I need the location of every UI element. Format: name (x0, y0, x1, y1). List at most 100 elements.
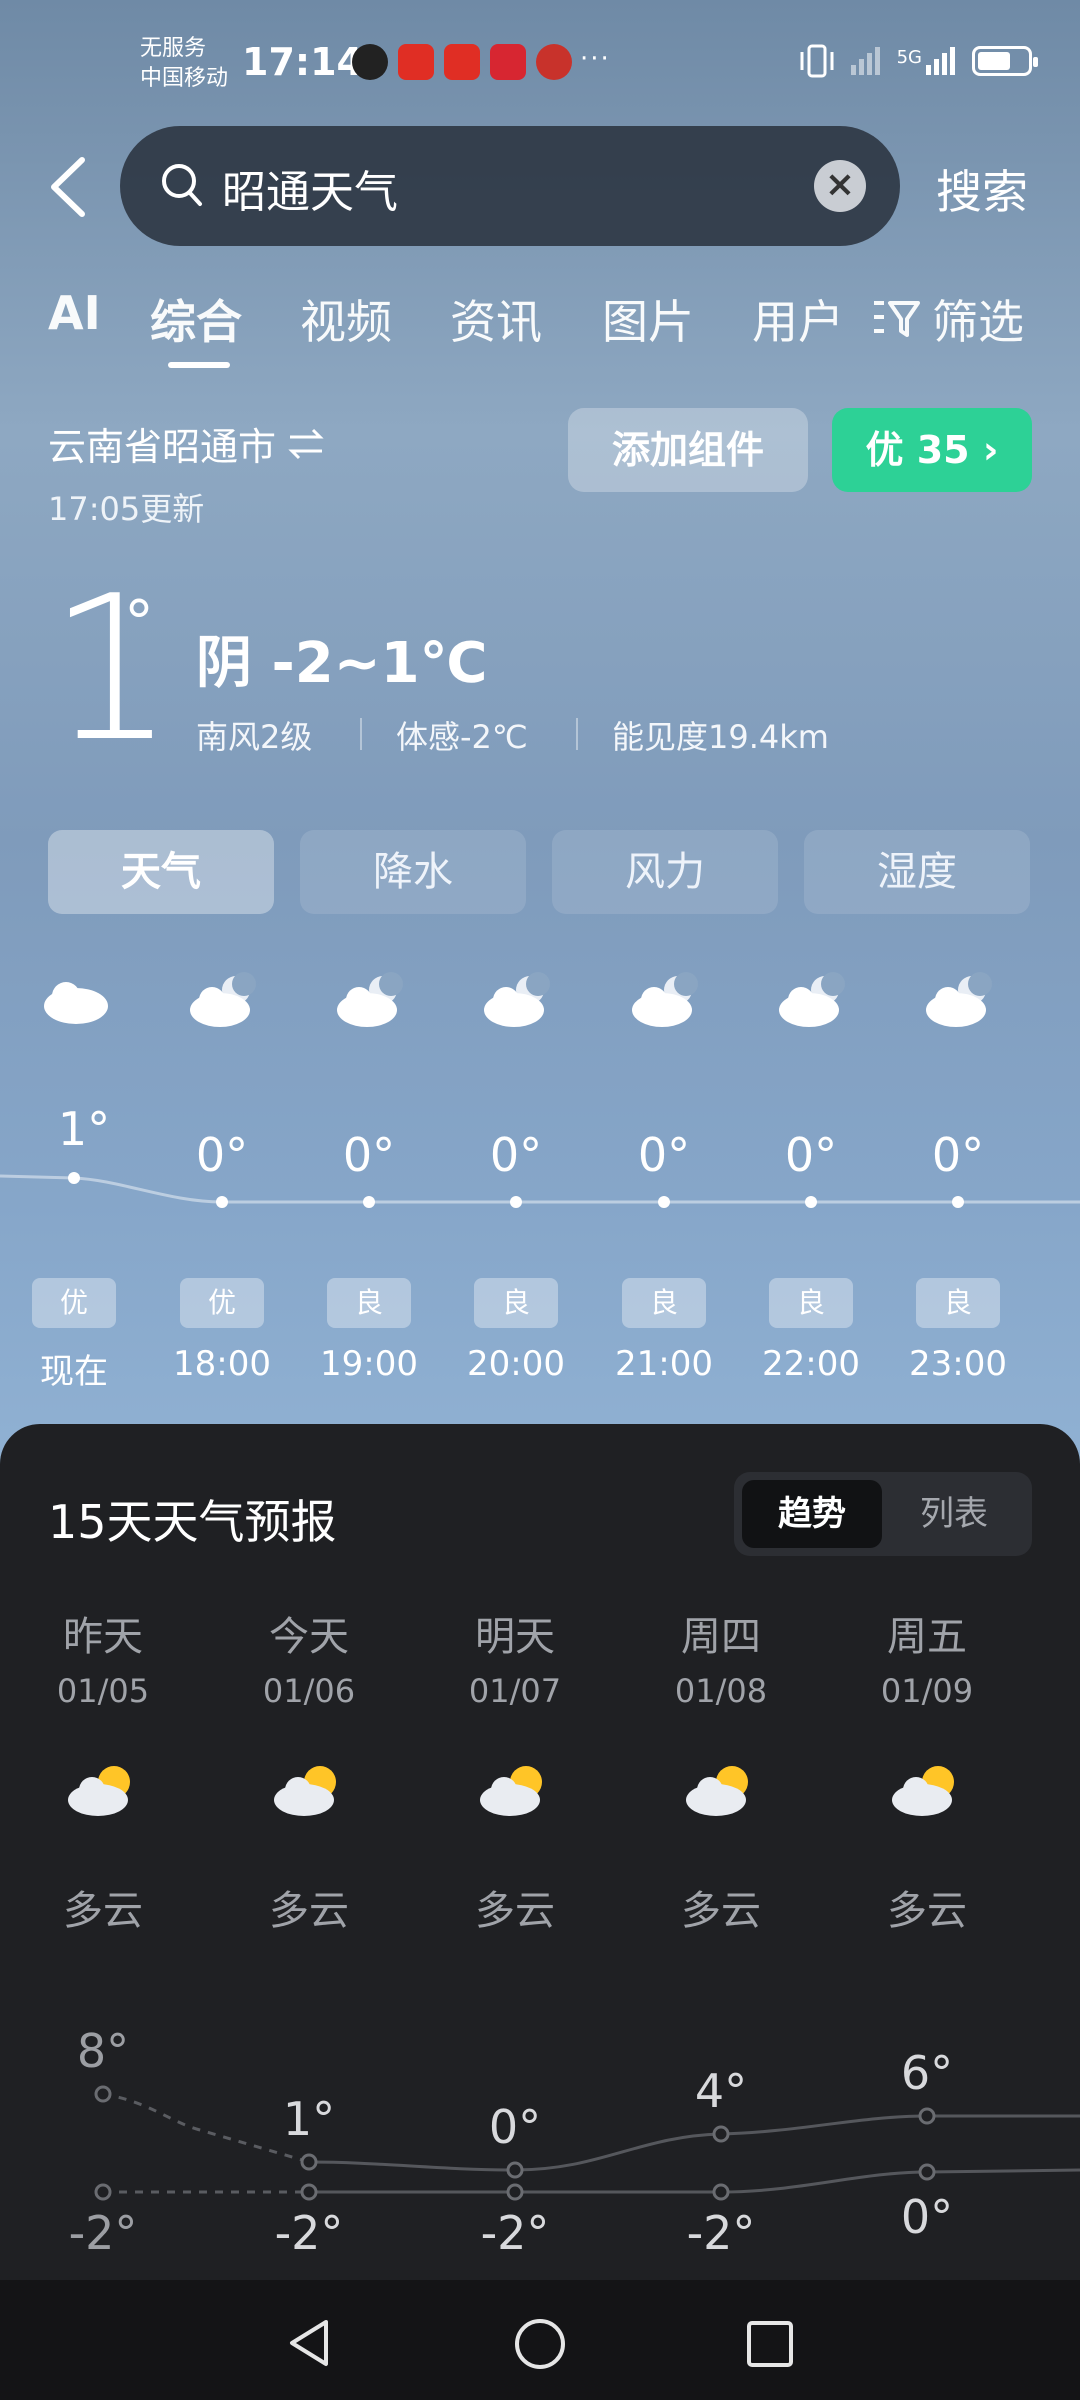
tab-images[interactable]: 图片 (602, 286, 694, 352)
aqi-value: 优 35 (865, 428, 970, 472)
hour-aqi-badge: 良 (474, 1278, 558, 1328)
search-query: 昭通天气 (222, 167, 398, 218)
hour-temp: 0° (489, 1128, 543, 1182)
visibility: 能见度19.4km (612, 718, 829, 756)
clear-icon[interactable]: × (814, 160, 866, 212)
segment-precipitation[interactable]: 降水 (300, 830, 526, 914)
cloudy-night-icon (926, 972, 992, 1027)
system-nav-bar (0, 2280, 1080, 2400)
hour-time: 18:00 (173, 1344, 271, 1384)
forecast-day-name: 明天 (475, 1614, 555, 1660)
tab-news[interactable]: 资讯 (450, 286, 542, 352)
trend-point (506, 2183, 524, 2201)
service-status: 无服务 (140, 36, 207, 61)
hour-time: 19:00 (320, 1344, 418, 1384)
forecast-day-name: 今天 (269, 1614, 349, 1660)
nav-recents-icon[interactable] (744, 2318, 796, 2370)
tab-comprehensive[interactable]: 综合 (150, 286, 242, 352)
hour-aqi-badge: 良 (769, 1278, 853, 1328)
hour-temp: 1° (57, 1102, 111, 1156)
pinduoduo-icon (398, 44, 434, 80)
forecast-title: 15天天气预报 (48, 1495, 337, 1549)
filter-button[interactable]: 筛选 (870, 286, 1024, 352)
segment-humidity[interactable]: 湿度 (804, 830, 1030, 914)
trend-point (712, 2125, 730, 2143)
forecast-date: 01/08 (674, 1672, 768, 1710)
hour-aqi-badge: 良 (327, 1278, 411, 1328)
search-tabs: AI 综合 视频 资讯 图片 用户 筛选 (0, 286, 1080, 376)
trend-point (918, 2163, 936, 2181)
trend-point (94, 2183, 112, 2201)
vibrate-icon (800, 44, 834, 78)
forecast-condition: 多云 (63, 1888, 143, 1934)
notification-icons (352, 44, 572, 80)
hour-aqi-badge: 良 (622, 1278, 706, 1328)
hour-temp: 0° (195, 1128, 249, 1182)
aqi-badge[interactable]: 优 35 › (832, 408, 1032, 492)
tab-video[interactable]: 视频 (300, 286, 392, 352)
back-button[interactable] (44, 152, 94, 222)
forecast-low: -2° (686, 2206, 756, 2260)
hour-time: 21:00 (615, 1344, 713, 1384)
forecast-condition: 多云 (887, 1888, 967, 1934)
forecast-condition: 多云 (269, 1888, 349, 1934)
battery-icon (972, 46, 1038, 76)
forecast-date: 01/05 (56, 1672, 150, 1710)
forecast-date: 01/06 (262, 1672, 356, 1710)
toggle-trend[interactable]: 趋势 (742, 1480, 882, 1548)
system-indicators: 5G (797, 44, 1038, 78)
feels-like: 体感-2℃ (396, 718, 528, 756)
active-tab-indicator (168, 362, 230, 368)
tab-users[interactable]: 用户 (752, 286, 844, 352)
filter-label: 筛选 (932, 295, 1024, 349)
cloudy-night-icon (484, 972, 550, 1027)
forecast-high: 8° (76, 2024, 130, 2078)
divider (360, 718, 362, 750)
hour-aqi-badge: 优 (180, 1278, 264, 1328)
view-toggle: 趋势 列表 (734, 1472, 1032, 1556)
partly-cloudy-icon (480, 1766, 542, 1816)
forecast-high: 4° (694, 2064, 748, 2118)
toggle-list[interactable]: 列表 (884, 1480, 1024, 1548)
wind-info: 南风2级 (196, 718, 313, 756)
tab-ai[interactable]: AI (48, 286, 101, 340)
degree-symbol: ° (124, 588, 154, 658)
cloudy-icon (44, 982, 108, 1024)
hour-time: 20:00 (467, 1344, 565, 1384)
forecast-high: 6° (900, 2046, 954, 2100)
temp-point (658, 1196, 670, 1208)
qq-icon (352, 44, 388, 80)
trend-point (506, 2161, 524, 2179)
chevron-right-icon: › (982, 428, 999, 472)
location-selector[interactable]: 云南省昭通市 (48, 416, 326, 471)
forecast-condition: 多云 (475, 1888, 555, 1934)
forecast-day-name: 周四 (681, 1614, 761, 1660)
carrier-name: 中国移动 (140, 66, 229, 91)
search-icon (162, 164, 202, 206)
temp-point (68, 1172, 80, 1184)
forecast-high: 0° (488, 2100, 542, 2154)
huawei-icon (490, 44, 526, 80)
status-time: 17:14 (242, 40, 363, 84)
no-signal-icon (850, 47, 883, 75)
nav-home-icon[interactable] (512, 2316, 568, 2372)
partly-cloudy-icon (892, 1766, 954, 1816)
segment-wind[interactable]: 风力 (552, 830, 778, 914)
search-button[interactable]: 搜索 (936, 156, 1028, 222)
add-widget-button[interactable]: 添加组件 (568, 408, 808, 492)
forecast-low: 0° (900, 2190, 954, 2244)
search-input[interactable]: 昭通天气 × (120, 126, 900, 246)
carrier-info: 无服务 中国移动 (140, 34, 228, 94)
nav-back-icon[interactable] (282, 2316, 336, 2370)
partly-cloudy-icon (686, 1766, 748, 1816)
cloudy-night-icon (190, 972, 256, 1027)
cloudy-night-icon (632, 972, 698, 1027)
hour-temp: 0° (342, 1128, 396, 1182)
network-type: 5G (896, 47, 922, 68)
partly-cloudy-icon (274, 1766, 336, 1816)
pinduoduo-icon (444, 44, 480, 80)
segment-weather[interactable]: 天气 (48, 830, 274, 914)
current-temperature: 1 (48, 553, 176, 786)
forecast-low: -2° (68, 2206, 138, 2260)
temp-point (805, 1196, 817, 1208)
